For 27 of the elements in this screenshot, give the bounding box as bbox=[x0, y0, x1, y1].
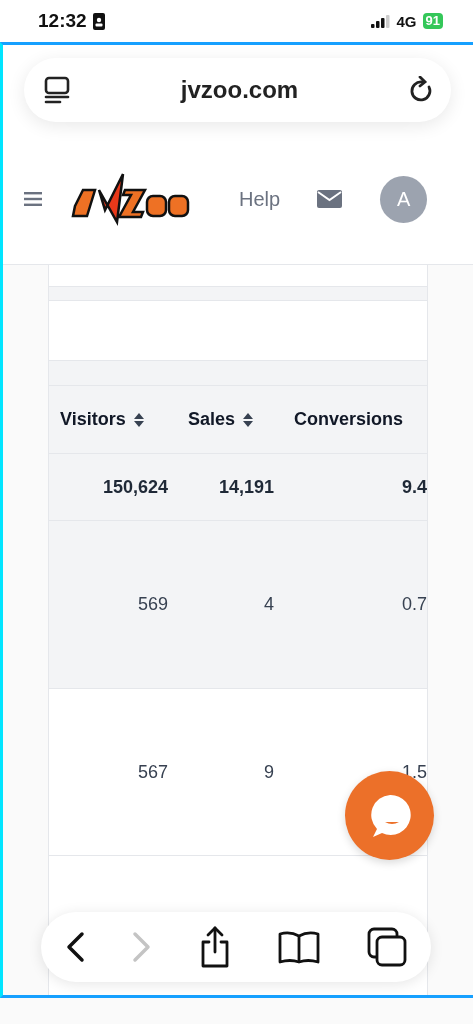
sort-icon[interactable] bbox=[133, 412, 144, 427]
column-header[interactable]: Visitors bbox=[60, 409, 188, 430]
column-header[interactable]: Conversions bbox=[294, 409, 427, 430]
table-cell-text: 4 bbox=[263, 594, 275, 615]
sort-icon[interactable] bbox=[243, 412, 254, 427]
total-cell-text: 14,191 bbox=[217, 476, 275, 498]
network-label: 4G bbox=[396, 12, 417, 30]
battery-level: 91 bbox=[422, 13, 443, 29]
help-link[interactable]: Help bbox=[239, 187, 281, 211]
table-cell-text: 9 bbox=[263, 761, 275, 783]
id-card-icon bbox=[92, 12, 105, 30]
back-button[interactable] bbox=[64, 931, 85, 963]
mail-icon[interactable] bbox=[317, 190, 343, 208]
address-bar[interactable]: jvzoo.com bbox=[24, 58, 451, 122]
reader-icon[interactable] bbox=[44, 76, 70, 104]
bookmarks-button[interactable] bbox=[278, 930, 321, 964]
column-header[interactable]: Sales bbox=[188, 409, 294, 430]
menu-icon[interactable] bbox=[24, 192, 42, 206]
url-text: jvzoo.com bbox=[180, 76, 299, 104]
signal-icon bbox=[370, 14, 391, 28]
total-cell-text: 150,624 bbox=[101, 476, 169, 498]
table-cell-text: 0.7 bbox=[400, 594, 427, 615]
total-cell-text: 9.4 bbox=[400, 476, 427, 498]
table-cell-text: 569 bbox=[136, 594, 169, 615]
table-cell-text: 567 bbox=[136, 761, 169, 783]
tabs-button[interactable] bbox=[367, 927, 408, 967]
status-time: 12:32 bbox=[38, 10, 87, 32]
